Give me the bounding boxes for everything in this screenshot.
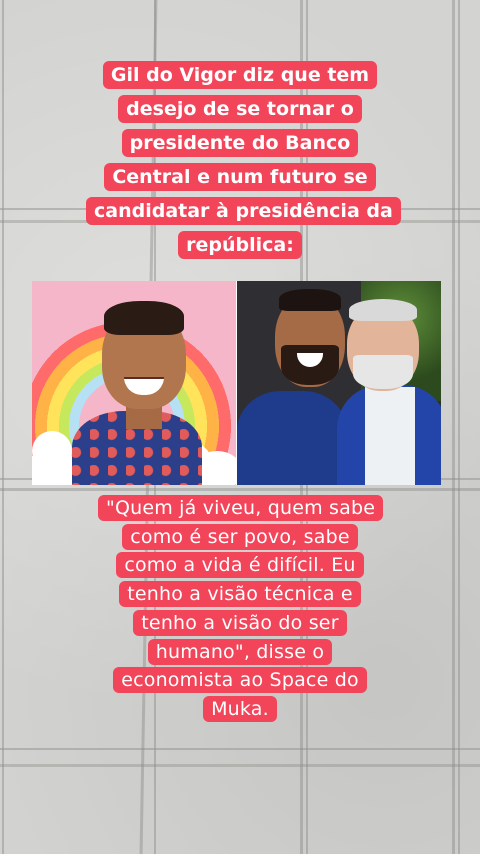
tile-grout	[0, 764, 480, 767]
title-caption: Gil do Vigor diz que tem desejo de se to…	[86, 58, 401, 262]
right-photo	[236, 281, 441, 485]
white-shirt	[364, 387, 415, 485]
quote-caption-text: "Quem já viveu, quem sabe como é ser pov…	[98, 495, 384, 722]
hair	[278, 289, 341, 311]
photo-collage	[32, 281, 441, 485]
hair	[104, 301, 184, 335]
blue-jacket	[236, 391, 347, 485]
gray-hair	[348, 299, 417, 321]
title-caption-text: Gil do Vigor diz que tem desejo de se to…	[86, 61, 401, 259]
left-photo	[32, 281, 236, 485]
tile-grout	[0, 488, 480, 491]
quote-caption: "Quem já viveu, quem sabe como é ser pov…	[98, 494, 384, 724]
tile-grout	[452, 0, 455, 854]
gray-beard	[352, 355, 413, 389]
